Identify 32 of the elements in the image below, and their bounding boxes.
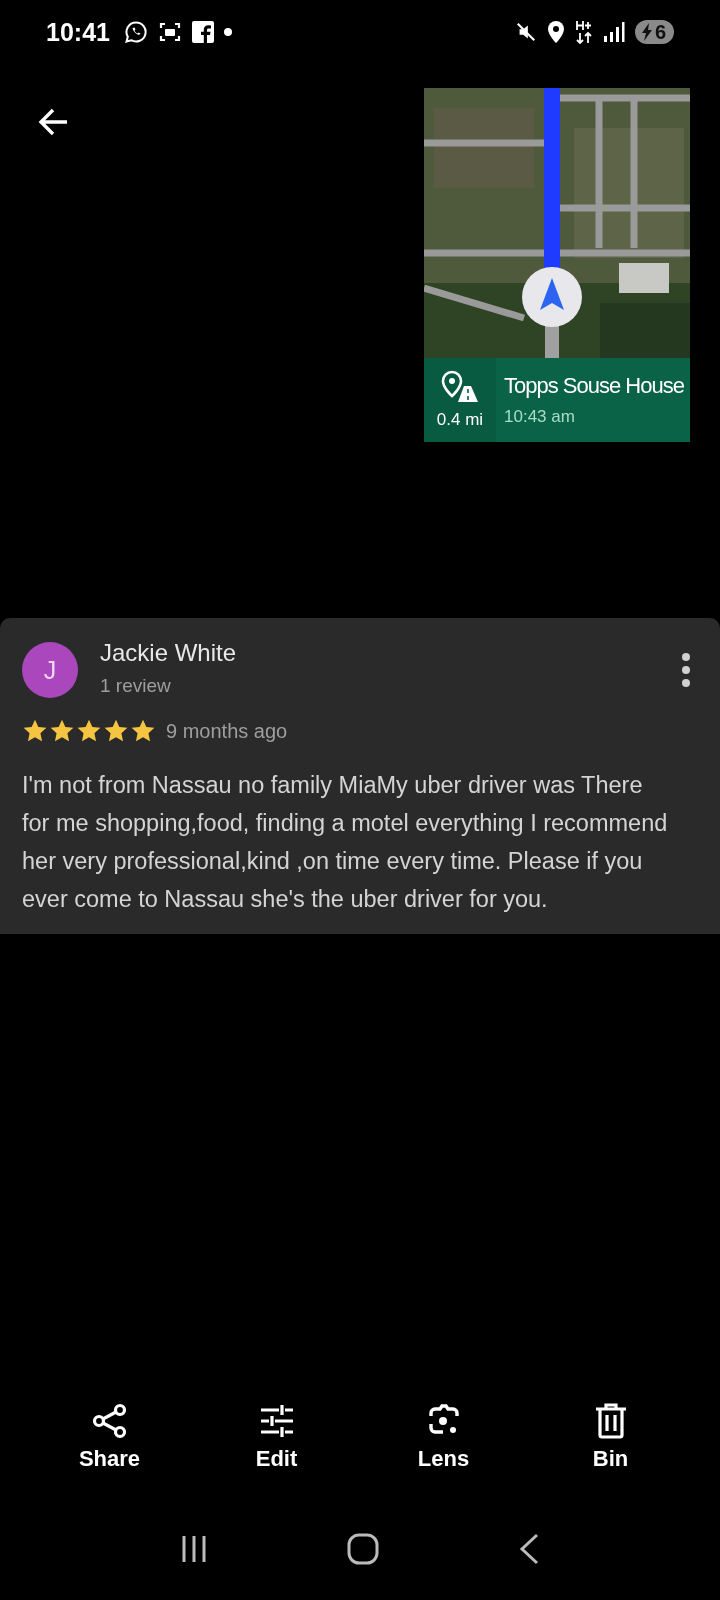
back-icon: [517, 1532, 541, 1565]
star-icon: [103, 718, 129, 744]
destination-pin-icon: [440, 370, 480, 404]
mute-icon: [514, 21, 537, 43]
chat-bubble-icon: [123, 20, 148, 44]
edit-button[interactable]: Edit: [231, 1398, 322, 1476]
lens-button[interactable]: Lens: [398, 1398, 489, 1476]
star-icon: [130, 718, 156, 744]
review-count: 1 review: [100, 675, 172, 697]
destination-name: Topps Souse House: [504, 373, 685, 399]
scan-frame-icon: [157, 20, 182, 44]
share-icon: [90, 1402, 129, 1440]
distance-label: 0.4 mi: [436, 410, 484, 430]
reviewer-name: Jackie White: [100, 639, 238, 667]
star-icon: [49, 718, 75, 744]
battery-indicator: 6: [634, 20, 674, 44]
social-app-icon: [191, 21, 214, 43]
home-icon: [347, 1532, 379, 1565]
review-date: 9 months ago: [166, 719, 288, 743]
review-text: I'm not from Nassau no family MiaMy uber driver was There for me shopping,food, finding a motel everything I recommend her very professional,kind ,on time every time. Please if you ever come to Nassau she's the uber driver for you.: [22, 771, 668, 914]
share-button[interactable]: Share: [64, 1398, 155, 1476]
star-icon: [22, 718, 48, 744]
dot-icon: [223, 28, 232, 36]
star-icon: [76, 718, 102, 744]
bin-button[interactable]: Bin: [565, 1398, 656, 1476]
clock: 10:41: [46, 17, 110, 47]
signal-icon: [602, 21, 625, 43]
more-vertical-icon: [681, 652, 691, 688]
network-icon: [574, 20, 593, 44]
arrival-time: 10:43 am: [504, 407, 576, 427]
avatar: J: [22, 642, 78, 698]
location-icon: [546, 20, 565, 44]
